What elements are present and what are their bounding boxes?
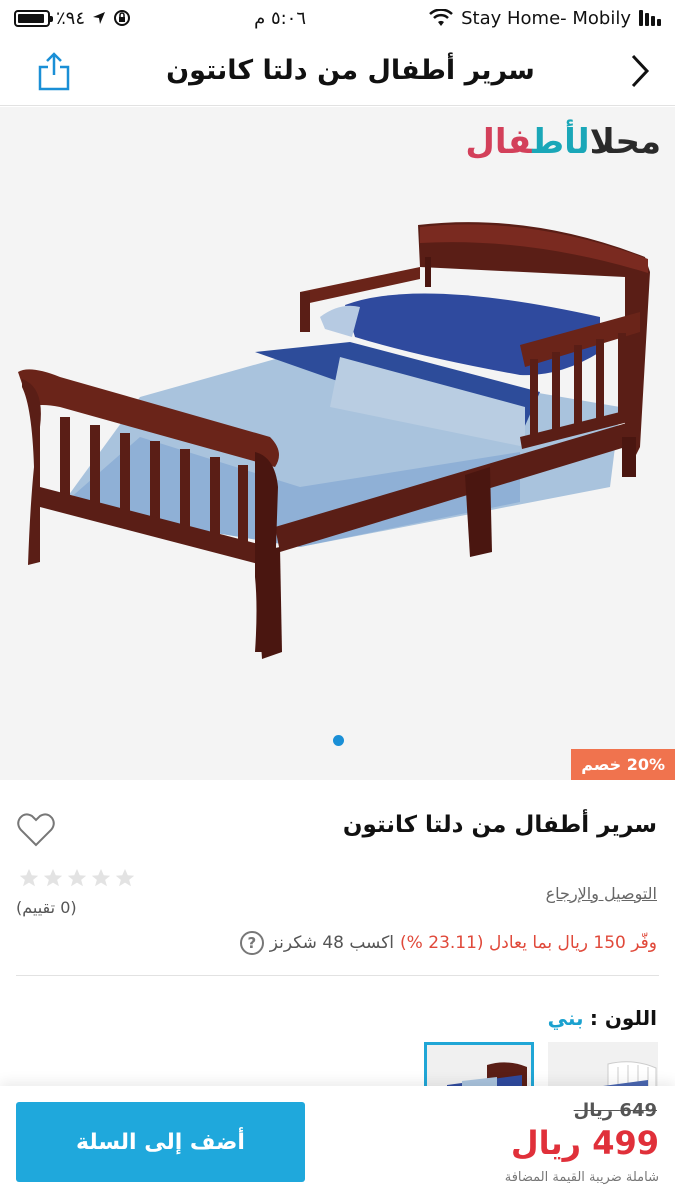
status-left: ٪٩٤ <box>14 8 131 29</box>
signal-icon <box>638 10 661 26</box>
divider <box>16 975 659 976</box>
share-icon[interactable] <box>36 51 72 91</box>
color-label: اللون : <box>589 1006 657 1030</box>
star-icon <box>67 868 87 887</box>
bottom-purchase-bar: أضف إلى السلة 649 ريال 499 ريال شاملة ضر… <box>0 1086 675 1200</box>
rating-stars <box>18 867 136 889</box>
status-bar: ٪٩٤ ٥:٠٦ م Stay Home- Mobily <box>0 0 675 36</box>
savings-line: وفّر 150 ريال بما يعادل (23.11 %) اكسب 4… <box>239 931 657 955</box>
star-icon <box>43 868 63 887</box>
vat-note: شاملة ضريبة القيمة المضافة <box>504 1170 659 1185</box>
page-title: سرير أطفال من دلتا كانتون <box>166 55 535 86</box>
location-icon <box>93 12 106 24</box>
orientation-lock-icon <box>114 10 131 26</box>
rating-count: (0 تقييم) <box>16 898 77 917</box>
star-icon <box>115 868 135 887</box>
current-price: 499 ريال <box>510 1124 659 1162</box>
help-icon[interactable]: ? <box>239 931 264 955</box>
wifi-icon <box>429 9 453 26</box>
heart-icon[interactable] <box>16 812 56 848</box>
savings-text: وفّر 150 ريال بما يعادل (23.11 %) <box>400 933 657 953</box>
page-indicator-dot[interactable] <box>333 735 344 746</box>
nav-bar: سرير أطفال من دلتا كانتون <box>0 36 675 106</box>
star-icon <box>19 868 39 887</box>
color-selector-label: اللون : بني <box>548 1006 657 1030</box>
battery-icon <box>14 9 53 27</box>
discount-badge: 20% خصم <box>571 749 675 780</box>
status-time: ٥:٠٦ م <box>254 7 307 29</box>
battery-percent: ٪٩٤ <box>56 7 86 29</box>
chevron-right-icon[interactable] <box>629 53 651 89</box>
product-image <box>18 222 650 659</box>
product-title: سرير أطفال من دلتا كانتون <box>342 812 657 838</box>
product-image-gallery[interactable]: محلالأطفال 20% خصم <box>0 107 675 780</box>
color-value: بني <box>547 1006 584 1030</box>
carrier-name: Stay Home- Mobily <box>461 7 631 29</box>
points-text: اكسب 48 شكرنز <box>269 933 395 953</box>
add-to-cart-button[interactable]: أضف إلى السلة <box>16 1102 305 1182</box>
delivery-returns-link[interactable]: التوصيل والإرجاع <box>546 884 657 903</box>
status-right: Stay Home- Mobily <box>429 8 661 29</box>
old-price: 649 ريال <box>573 1100 657 1121</box>
star-icon <box>91 868 111 887</box>
